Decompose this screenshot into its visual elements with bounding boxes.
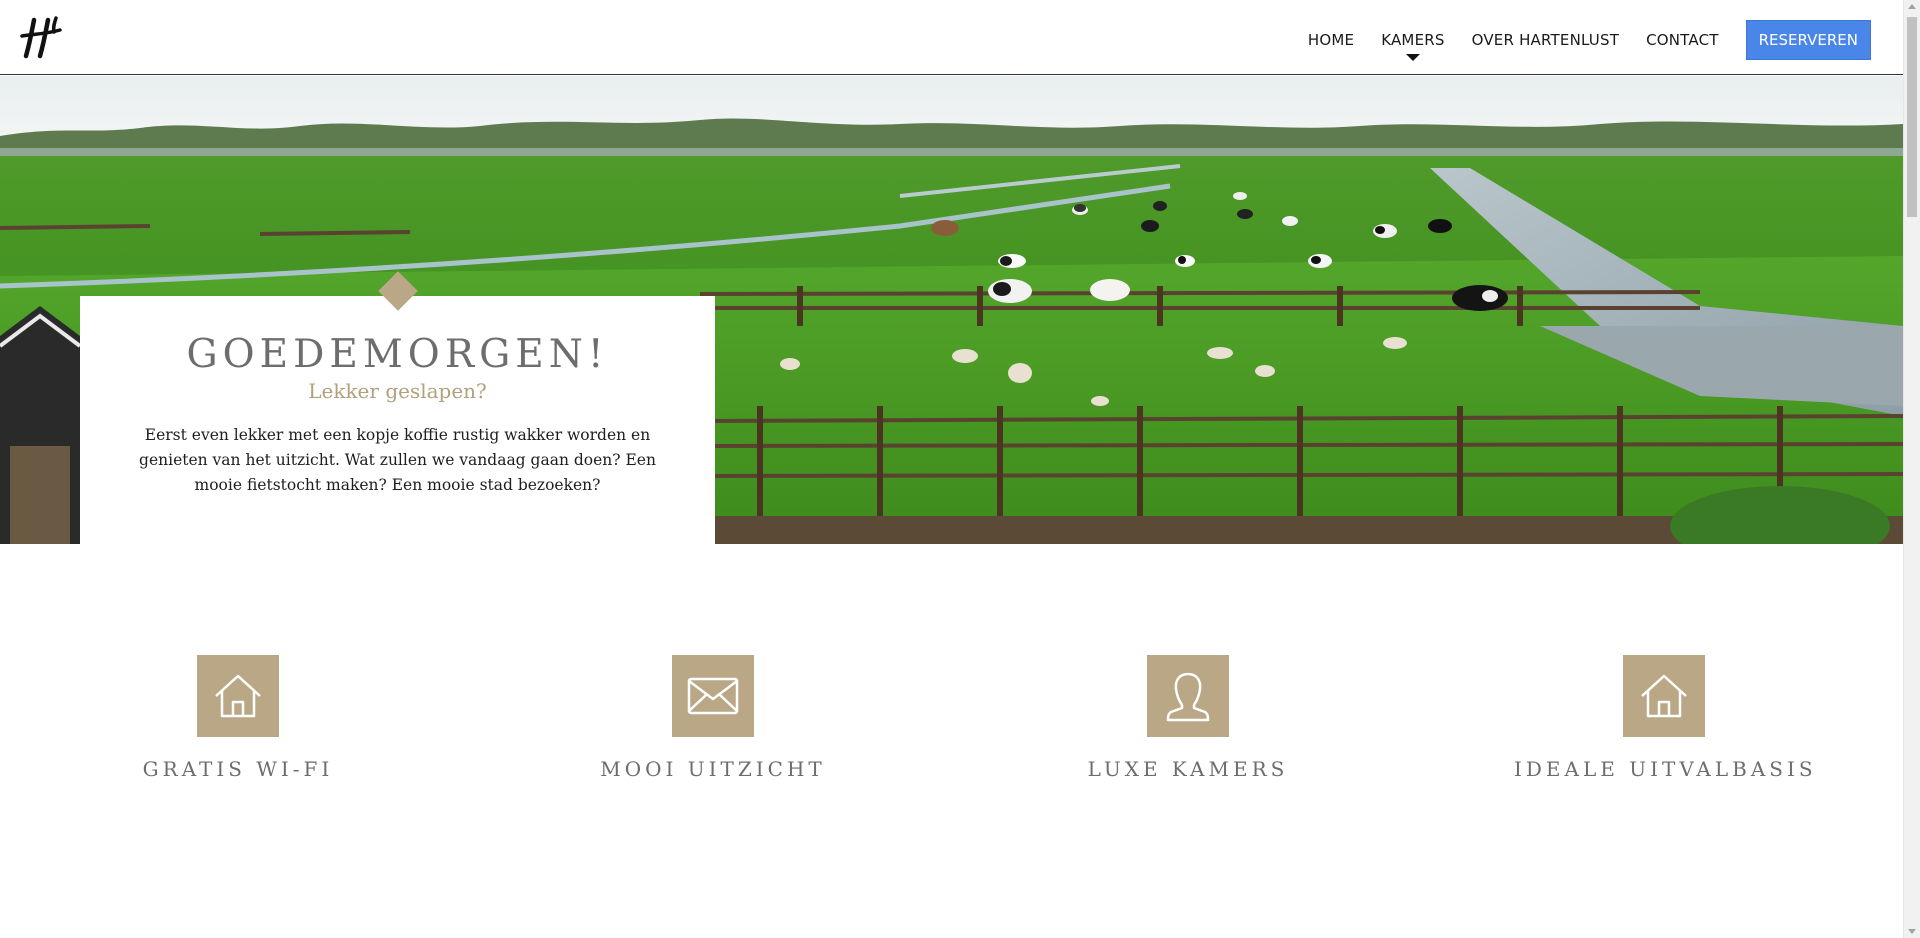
welcome-card: GOEDEMORGEN! Lekker geslapen? Eerst even… xyxy=(80,271,715,544)
feature-mooi-uitzicht: MOOI UITZICHT xyxy=(563,655,863,781)
site-header: HOME KAMERS OVER HARTENLUST CONTACT RESE… xyxy=(0,0,1903,75)
welcome-subtitle: Lekker geslapen? xyxy=(308,379,487,403)
main-nav: HOME KAMERS OVER HARTENLUST CONTACT RESE… xyxy=(1281,20,1871,61)
page-scrollbar[interactable] xyxy=(1903,0,1920,938)
feature-label: IDEALE UITVALBASIS xyxy=(1514,757,1817,781)
feature-label: LUXE KAMERS xyxy=(1087,757,1289,781)
welcome-title: GOEDEMORGEN! xyxy=(186,332,609,377)
nav-over-hartenlust[interactable]: OVER HARTENLUST xyxy=(1472,31,1619,49)
feature-gratis-wifi: GRATIS WI-FI xyxy=(88,655,388,781)
nav-home[interactable]: HOME xyxy=(1308,31,1354,49)
hartenlust-logo-icon[interactable] xyxy=(20,16,68,60)
house-icon xyxy=(197,655,279,737)
feature-ideale-uitvalbasis: IDEALE UITVALBASIS xyxy=(1514,655,1814,781)
nav-contact[interactable]: CONTACT xyxy=(1646,31,1719,49)
welcome-text: Eerst even lekker met een kopje koffie r… xyxy=(139,426,656,494)
scroll-down-icon[interactable] xyxy=(1908,929,1916,934)
scroll-up-icon[interactable] xyxy=(1908,4,1916,9)
person-icon xyxy=(1147,655,1229,737)
dropdown-caret-icon xyxy=(1405,54,1420,61)
house-icon xyxy=(1623,655,1705,737)
feature-luxe-kamers: LUXE KAMERS xyxy=(1038,655,1338,781)
feature-label: MOOI UITZICHT xyxy=(600,757,826,781)
feature-label: GRATIS WI-FI xyxy=(142,757,334,781)
envelope-icon xyxy=(672,655,754,737)
features-section: GRATIS WI-FI MOOI UITZICHT LUXE KAMERS I… xyxy=(0,655,1903,785)
nav-kamers-label: KAMERS xyxy=(1381,31,1445,49)
reserve-button[interactable]: RESERVEREN xyxy=(1745,20,1871,60)
scrollbar-thumb[interactable] xyxy=(1907,17,1917,217)
nav-kamers[interactable]: KAMERS xyxy=(1381,31,1445,61)
